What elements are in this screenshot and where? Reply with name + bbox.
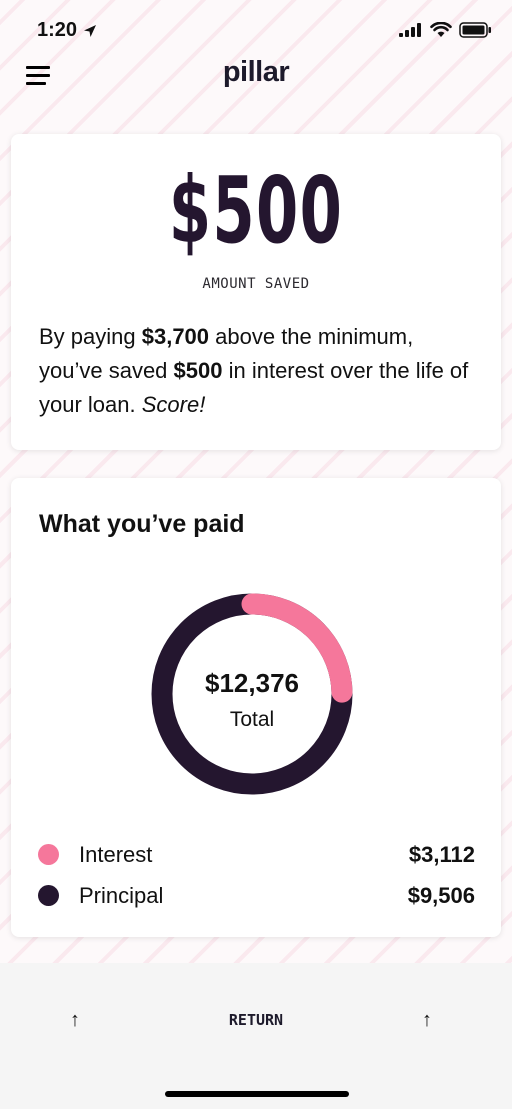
paid-card: What you’ve paid $12,376 Total Interest …: [11, 478, 501, 937]
nav-bar: pillar: [0, 56, 512, 100]
status-time: 1:20: [37, 19, 97, 42]
legend-row-principal: Principal $9,506: [38, 880, 475, 912]
paid-title: What you’ve paid: [39, 510, 245, 538]
wifi-icon: [430, 22, 452, 37]
savings-text-prefix: By paying: [39, 324, 142, 349]
menu-button[interactable]: [26, 64, 50, 86]
donut-total-value: $12,376: [205, 668, 299, 698]
scroll-up-right-button[interactable]: ↑: [422, 1009, 432, 1032]
legend-value-interest: $3,112: [408, 842, 475, 867]
legend-dot-interest: [38, 844, 59, 865]
legend-dot-principal: [38, 885, 59, 906]
legend-label-principal: Principal: [79, 883, 164, 908]
battery-icon: [459, 22, 491, 38]
legend-label-interest: Interest: [79, 842, 153, 867]
status-icons: [399, 22, 492, 38]
signal-icon: [399, 23, 421, 37]
app-logo: pillar: [222, 56, 290, 88]
legend-row-interest: Interest $3,112: [38, 839, 475, 871]
donut-total-label: Total: [229, 708, 275, 731]
amount-saved-value: $500: [168, 157, 344, 264]
menu-icon-line-middle: [26, 74, 50, 77]
legend-value-principal: $9,506: [407, 883, 475, 908]
savings-extra-paid: $3,700: [141, 324, 210, 349]
status-time-text: 1:20: [37, 19, 78, 41]
savings-saved-amount: $500: [173, 358, 223, 383]
status-bar: 1:20: [0, 0, 512, 56]
savings-description: By paying $3,700 above the minimum, you’…: [39, 320, 479, 422]
bottom-bar: ↑ RETURN ↑: [0, 963, 512, 1109]
amount-saved-label: AMOUNT SAVED: [202, 276, 310, 292]
savings-card: $500 AMOUNT SAVED By paying $3,700 above…: [11, 134, 501, 450]
home-indicator: [165, 1091, 349, 1097]
menu-icon-line-bottom: [26, 82, 46, 85]
menu-icon-line-top: [26, 66, 50, 69]
return-button[interactable]: RETURN: [0, 1011, 512, 1029]
location-arrow-icon: [84, 24, 97, 37]
savings-exclaim: Score!: [141, 392, 206, 417]
